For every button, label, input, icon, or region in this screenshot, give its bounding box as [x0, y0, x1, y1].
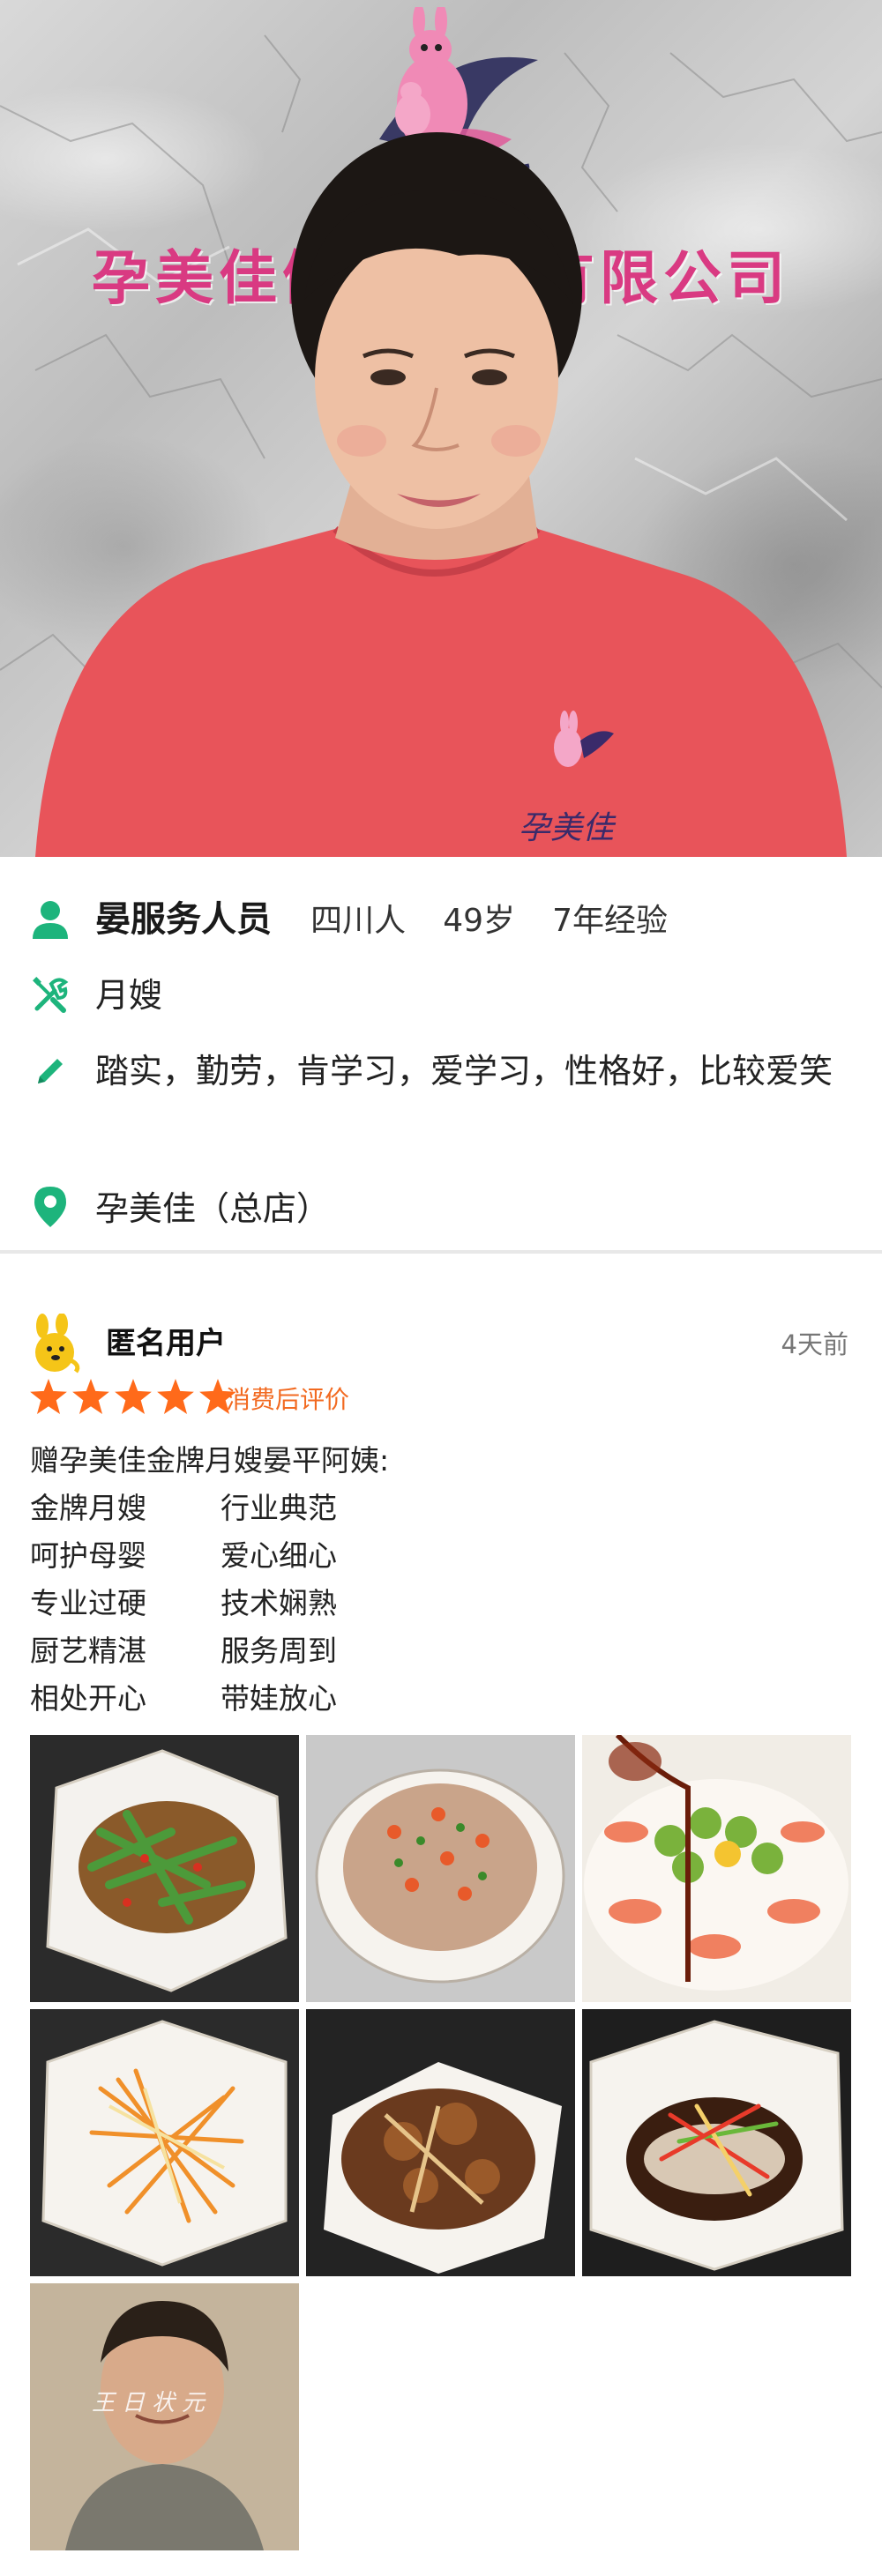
review-photo[interactable]: [30, 1735, 299, 2002]
video-overlay-text: 王日状元: [92, 2390, 213, 2416]
review-photo[interactable]: [306, 1735, 575, 2002]
profile-photo: [35, 132, 847, 857]
section-divider: [0, 1250, 882, 1254]
tools-icon: [32, 975, 69, 1016]
review-photo[interactable]: [582, 1735, 851, 2002]
review-photo[interactable]: [306, 2009, 575, 2276]
review-couplet: 专业过硬 技术娴熟: [30, 1586, 337, 1620]
shirt-logo-text: 孕美佳: [519, 810, 615, 846]
profile-role-row: 月嫂: [32, 964, 850, 1026]
review-couplet: 相处开心 带娃放心: [30, 1681, 337, 1716]
profile-name-row: 晏服务人员 四川人 49岁 7年经验: [32, 889, 850, 952]
staff-name: 晏服务人员: [95, 899, 272, 940]
review-photo[interactable]: [582, 2009, 851, 2276]
star-icon: [115, 1379, 152, 1414]
review-photo[interactable]: [30, 2009, 299, 2276]
person-icon: [32, 899, 69, 940]
star-icon: [72, 1379, 109, 1414]
user-avatar: [35, 1314, 80, 1374]
staff-origin: 四川人: [310, 903, 407, 939]
location-pin-icon: [32, 1187, 69, 1227]
hero-banner: 孕美佳健康管理有限公司 孕美佳: [0, 0, 882, 857]
staff-experience: 7年经验: [552, 903, 669, 939]
profile-store-row[interactable]: 孕美佳（总店）: [32, 1178, 850, 1240]
review-couplet: 金牌月嫂 行业典范: [30, 1491, 337, 1525]
staff-age: 49岁: [443, 903, 516, 939]
review-time: 4天前: [781, 1329, 848, 1359]
reviewer-name: 匿名用户: [106, 1326, 226, 1361]
review-couplet: 厨艺精湛 服务周到: [30, 1634, 337, 1668]
profile-description-row: 踏实，勤劳，肯学习，爱学习，性格好，比较爱笑: [32, 1040, 850, 1102]
review-heading: 赠孕美佳金牌月嫂晏平阿姨:: [30, 1443, 390, 1478]
review-text: 赠孕美佳金牌月嫂晏平阿姨: 金牌月嫂 行业典范 呵护母婴 爱心细心 专业过硬 技术娴熟…: [30, 1437, 389, 1723]
staff-description: 踏实，勤劳，肯学习，爱学习，性格好，比较爱笑: [95, 1052, 833, 1091]
staff-store: 孕美佳（总店）: [95, 1189, 331, 1228]
rating-stars: [30, 1379, 236, 1414]
star-icon: [157, 1379, 194, 1414]
review-tag: 消费后评价: [226, 1385, 350, 1414]
star-icon: [30, 1379, 67, 1414]
staff-role: 月嫂: [95, 976, 163, 1015]
review-photo[interactable]: 王日状元: [30, 2283, 299, 2550]
review-couplet: 呵护母婴 爱心细心: [30, 1538, 337, 1573]
pencil-icon: [32, 1051, 69, 1091]
